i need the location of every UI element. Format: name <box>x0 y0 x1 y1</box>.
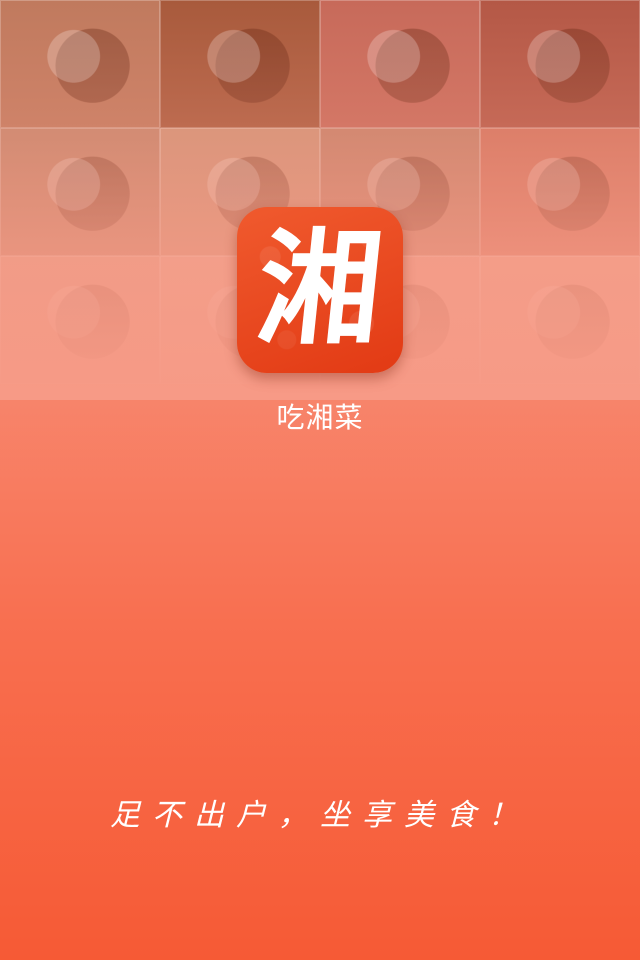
app-logo-glyph: 湘 <box>250 217 390 362</box>
slogan: 足不出户，坐享美食！ <box>110 798 530 833</box>
app-name: 吃湘菜 <box>276 401 364 434</box>
app-logo-icon: 湘 <box>237 207 403 373</box>
